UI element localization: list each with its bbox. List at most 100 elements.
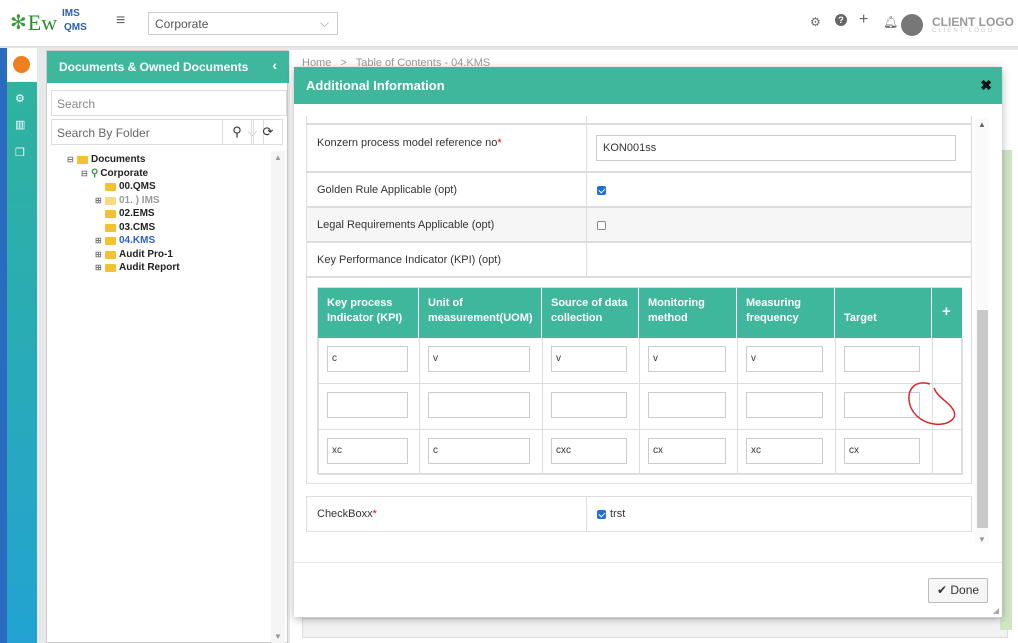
kpi-cell-input[interactable]: v [746,346,823,372]
red-annotation-scribble [908,382,956,426]
tree-node-audit-pro[interactable]: ⊞ Audit Pro-1 [95,249,173,260]
kpi-header-source: Source of data collection [542,288,639,338]
tree-node-label: 03.CMS [119,222,156,233]
kpi-cell-input[interactable]: cxc [551,438,627,464]
add-row-button[interactable]: + [932,288,962,338]
folder-icon [105,223,116,232]
close-icon[interactable]: ✖ [980,77,992,94]
kpi-header-kpi: Key process Indicator (KPI) [318,288,419,338]
modal-header: Additional Information ✖ [294,67,1002,104]
kpi-cell-input[interactable]: v [428,346,530,372]
building-icon[interactable]: ▥ [15,118,25,131]
col-divider [835,338,836,475]
kpi-cell-input[interactable]: xc [746,438,823,464]
settings-gear-icon[interactable]: ⚙ [810,15,821,29]
kpi-cell-input[interactable] [428,392,530,418]
kpi-header-text: Measuring frequency [746,297,802,324]
resize-handle-icon[interactable]: ◢ [993,606,999,615]
konzern-label-text: Konzern process model reference no [317,137,498,149]
organization-select[interactable]: Corporate ⌵ [148,12,338,35]
expand-icon[interactable]: ⊞ [95,236,103,245]
modal-body: Konzern process model reference no* KON0… [306,116,972,546]
scroll-down-icon[interactable]: ▼ [274,632,282,641]
chevron-down-icon: ⌵ [319,16,329,30]
settings-cogs-icon[interactable]: ⚙ [15,92,25,105]
scroll-up-icon[interactable]: ▲ [978,120,986,129]
legal-requirements-checkbox[interactable] [597,221,606,230]
form-row-kpi: Key Performance Indicator (KPI) (opt) [306,242,972,277]
col-divider [639,338,640,475]
sidebar-scrollbar[interactable]: ▲ ▼ [271,151,285,643]
top-bar: ✻ Ew IMS QMS ≡ Corporate ⌵ ⚙ ? + 🔔︎ CLIE… [0,0,1018,47]
document-icon [13,56,30,73]
user-avatar[interactable] [901,14,923,36]
done-button[interactable]: ✔ Done [928,578,988,603]
kpi-cell-input[interactable]: c [428,438,530,464]
copy-icon[interactable]: ❐ [15,146,25,159]
kpi-cell-input[interactable] [648,392,726,418]
cell-value: c [433,445,438,456]
modal-scrollbar-thumb[interactable] [977,310,988,528]
scroll-up-icon[interactable]: ▲ [274,153,282,162]
organization-select-value: Corporate [155,17,209,31]
notification-bell-icon[interactable]: 🔔︎ [883,15,898,29]
row-divider [318,383,963,384]
cell-value: cx [653,445,663,456]
sidebar-search-input[interactable]: Search [51,90,287,116]
tree-node-qms[interactable]: 00.QMS [95,181,156,192]
konzern-reference-input[interactable]: KON001ss [596,135,956,161]
golden-rule-checkbox[interactable] [597,186,606,195]
search-button[interactable]: ⚲ [222,119,252,145]
kpi-header-frequency: Measuring frequency [737,288,835,338]
tree-node-cms[interactable]: 03.CMS [95,222,155,233]
tree-node-corporate[interactable]: ⊟ ⚲ Corporate [81,168,148,179]
column-divider [586,243,587,276]
row-divider [318,474,963,475]
tree-node-kms[interactable]: ⊞ 04.KMS [95,235,155,246]
kpi-cell-input[interactable]: cx [844,438,920,464]
legal-requirements-label: Legal Requirements Applicable (opt) [317,219,495,231]
kpi-header-uom: Unit of measurement(UOM) [419,288,542,338]
help-icon[interactable]: ? [835,14,847,26]
app-logo[interactable]: ✻ Ew IMS QMS [10,8,87,36]
tree-node-label: Audit Report [119,262,180,273]
refresh-button[interactable]: ⟳ [253,119,283,145]
scroll-down-icon[interactable]: ▼ [978,535,986,544]
checkboxx-label: CheckBoxx* [317,508,377,520]
expand-icon[interactable]: ⊞ [95,196,103,205]
collapse-icon[interactable]: ⊟ [81,169,89,178]
tree-node-audit-report[interactable]: ⊞ Audit Report [95,262,180,273]
kpi-cell-input[interactable]: cx [648,438,726,464]
tree-node-ims[interactable]: ⊞ 01. ) IMS [95,195,160,206]
form-row-partial [306,116,972,124]
tree-node-ems[interactable]: 02.EMS [95,208,155,219]
expand-icon[interactable]: ⊞ [95,263,103,272]
collapse-icon[interactable]: ⊟ [67,155,75,164]
collapse-chevron-left-icon[interactable]: ‹ [272,57,277,73]
cell-value: v [433,353,438,364]
folder-icon [105,263,116,272]
golden-rule-label: Golden Rule Applicable (opt) [317,184,458,196]
kpi-cell-input[interactable] [551,392,627,418]
add-icon[interactable]: + [859,11,868,29]
kpi-cell-input[interactable]: v [551,346,627,372]
kpi-table: Key process Indicator (KPI) Unit of meas… [317,287,963,475]
expand-icon[interactable]: ⊞ [95,250,103,259]
kpi-cell-input[interactable] [844,346,920,372]
cell-value: cx [849,445,859,456]
background-panel-footer [302,618,1008,638]
folder-icon [105,209,116,218]
kpi-cell-input[interactable] [327,392,408,418]
rail-documents-item[interactable] [7,48,37,82]
left-edge-strip [0,48,7,643]
checkboxx-checkbox[interactable] [597,510,606,519]
kpi-cell-input[interactable]: c [327,346,408,372]
kpi-cell-input[interactable] [746,392,823,418]
kpi-cell-input[interactable]: xc [327,438,408,464]
folder-icon [105,196,116,205]
tree-node-documents[interactable]: ⊟ Documents [67,154,145,165]
document-tree: ⊟ Documents ⊟ ⚲ Corporate 00.QMS ⊞ 01. ) IMS… [47,151,269,641]
kpi-cell-input[interactable]: v [648,346,726,372]
hamburger-menu-icon[interactable]: ≡ [116,12,125,30]
tree-node-label: 00.QMS [119,181,156,192]
